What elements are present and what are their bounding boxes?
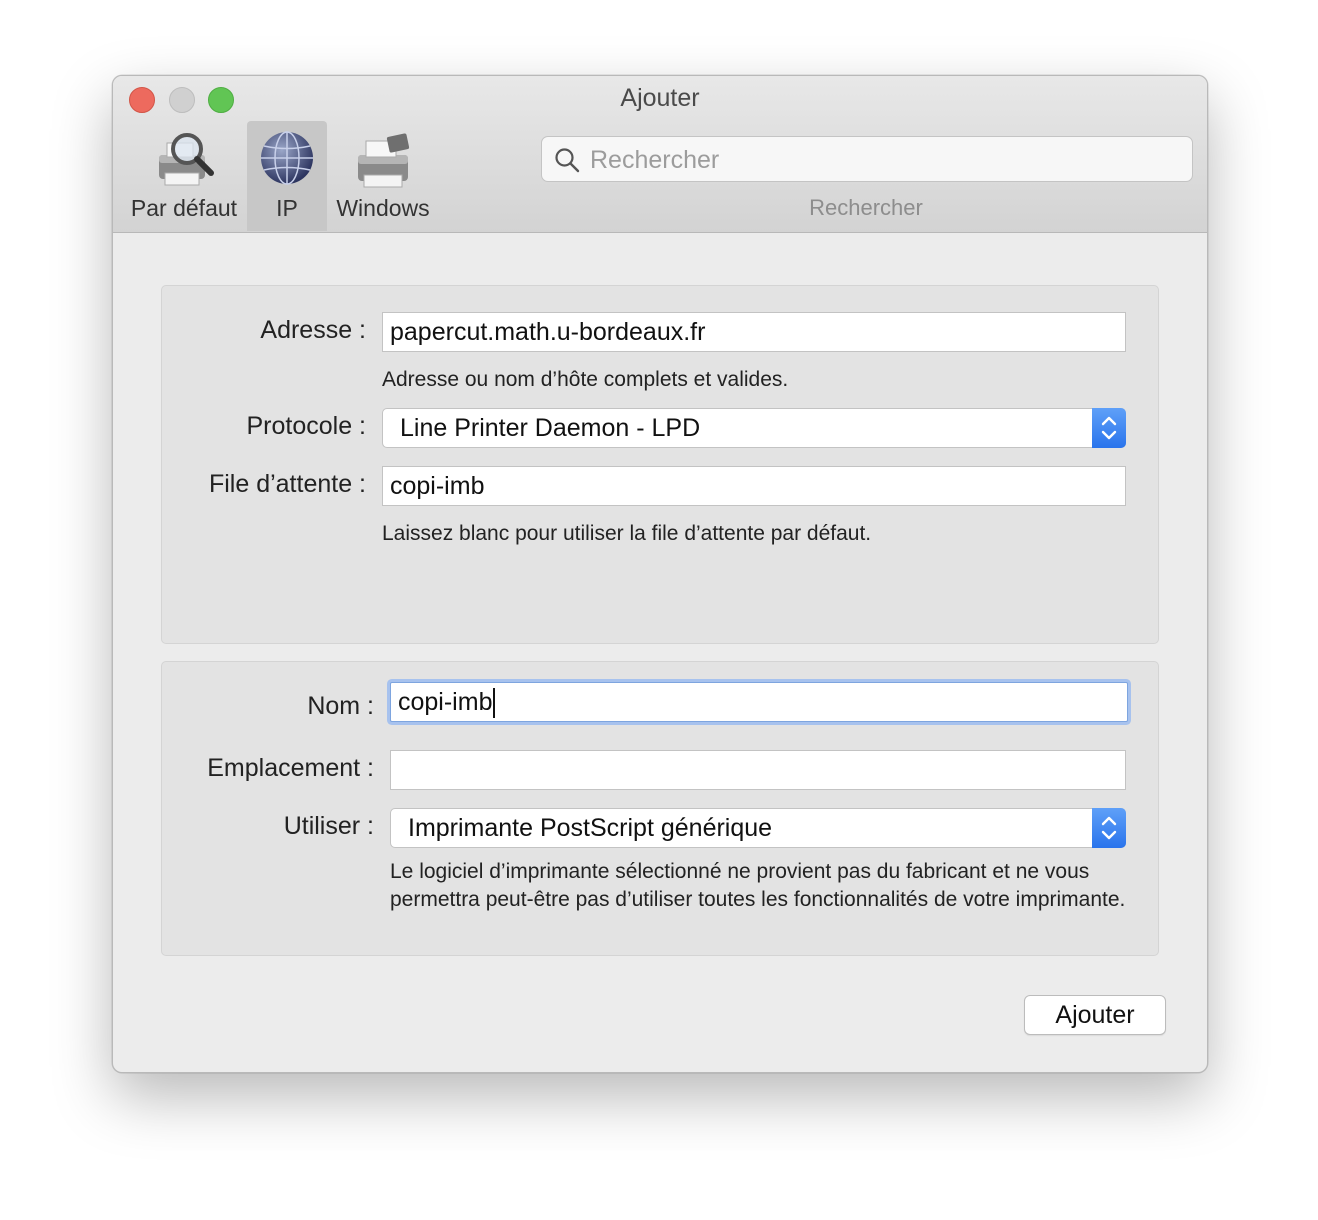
search-input[interactable] <box>588 137 1182 183</box>
text-caret <box>493 688 496 719</box>
toolbar-windows-button[interactable]: Windows <box>331 121 435 231</box>
driver-popup[interactable]: Imprimante PostScript générique <box>390 808 1126 848</box>
location-field[interactable] <box>390 750 1126 790</box>
protocol-label: Protocole : <box>246 412 366 440</box>
add-printer-window: Ajouter Par défaut IP Windows Rechercher… <box>112 75 1208 1073</box>
chevron-updown-icon <box>1101 416 1117 440</box>
queue-field[interactable]: copi-imb <box>382 466 1126 506</box>
toolbar-default-button[interactable]: Par défaut <box>127 121 241 231</box>
search-field[interactable] <box>541 136 1193 183</box>
driver-value: Imprimante PostScript générique <box>408 814 773 842</box>
printer-panel: Nom : copi-imb Emplacement : Utiliser : … <box>161 661 1159 956</box>
windows-printer-icon <box>358 133 410 188</box>
driver-hint: Le logiciel d’imprimante sélectionné ne … <box>390 860 1126 911</box>
protocol-stepper[interactable] <box>1092 408 1126 448</box>
chevron-updown-icon <box>1101 816 1117 840</box>
protocol-popup[interactable]: Line Printer Daemon - LPD <box>382 408 1126 448</box>
toolbar-windows-label: Windows <box>336 195 430 221</box>
name-field[interactable]: copi-imb <box>390 682 1128 722</box>
queue-hint: Laissez blanc pour utiliser la file d’at… <box>382 522 872 545</box>
address-field[interactable]: papercut.math.u-bordeaux.fr <box>382 312 1126 352</box>
search-icon <box>555 148 580 173</box>
window-title: Ajouter <box>620 84 700 112</box>
use-label: Utiliser : <box>283 812 374 840</box>
address-hint: Adresse ou nom d’hôte complets et valide… <box>382 368 789 391</box>
protocol-value: Line Printer Daemon - LPD <box>400 414 701 442</box>
queue-label: File d’attente : <box>208 470 366 498</box>
name-label: Nom : <box>307 692 374 720</box>
toolbar: Ajouter Par défaut IP Windows Rechercher… <box>113 76 1207 233</box>
driver-stepper[interactable] <box>1092 808 1126 848</box>
search-label: Rechercher <box>809 195 923 220</box>
location-label: Emplacement : <box>207 754 374 782</box>
globe-icon <box>261 131 313 185</box>
toolbar-ip-button[interactable]: IP <box>247 121 327 231</box>
connection-panel: Adresse : papercut.math.u-bordeaux.fr Ad… <box>161 285 1159 644</box>
toolbar-ip-label: IP <box>276 195 298 221</box>
add-button[interactable]: Ajouter <box>1024 995 1166 1035</box>
toolbar-default-label: Par défaut <box>130 195 238 221</box>
default-printer-icon <box>159 133 214 186</box>
address-label: Adresse : <box>260 316 366 344</box>
name-value: copi-imb <box>398 688 493 716</box>
